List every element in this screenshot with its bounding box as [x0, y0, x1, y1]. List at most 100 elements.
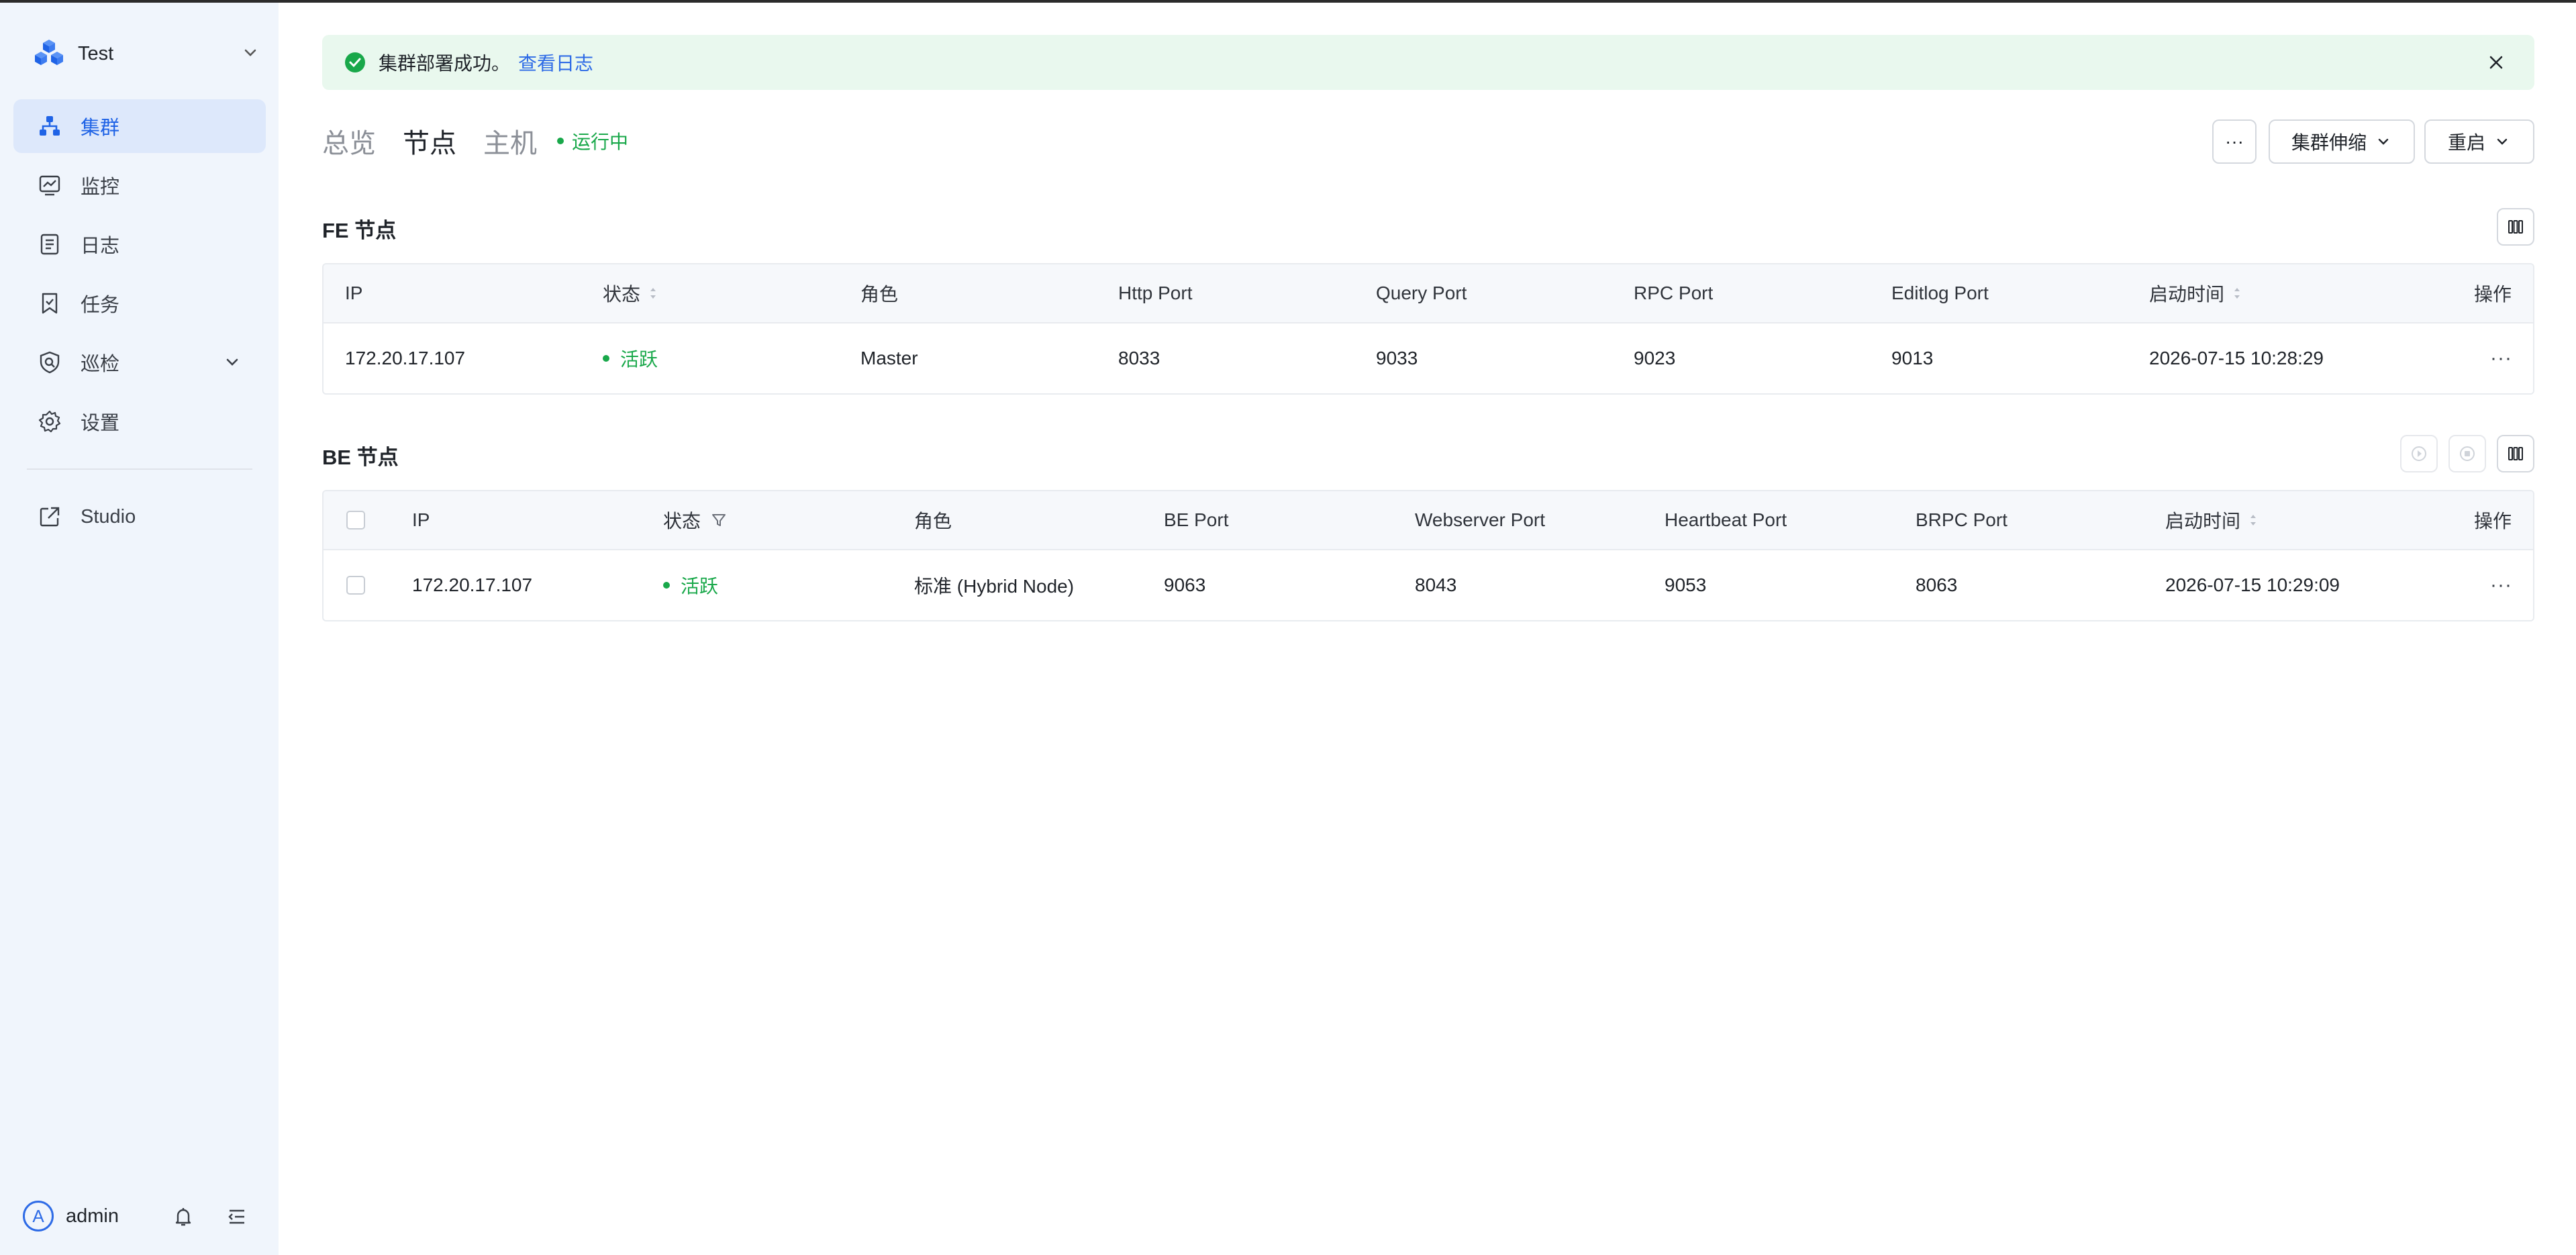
chevron-down-icon — [2378, 138, 2389, 145]
cluster-name: Test — [78, 42, 114, 64]
log-icon — [40, 234, 59, 255]
col-status[interactable]: 状态 — [663, 491, 728, 549]
restart-button[interactable]: 重启 — [2424, 119, 2534, 164]
cell-ip: 172.20.17.107 — [345, 348, 466, 368]
monitor-icon — [39, 175, 60, 196]
col-role: 角色 — [860, 284, 899, 305]
cell-rpc-port: 9023 — [1634, 348, 1676, 368]
sidebar-item-label: 集群 — [81, 117, 120, 139]
col-heartbeat-port: Heartbeat Port — [1665, 509, 1787, 530]
col-actions: 操作 — [2474, 511, 2512, 532]
status-text: 活跃 — [620, 349, 658, 370]
sort-icon — [2234, 288, 2240, 299]
col-status-label: 状态 — [663, 511, 701, 532]
alert-message: 集群部署成功。 — [379, 53, 511, 74]
status-dot — [557, 138, 564, 144]
restart-label: 重启 — [2447, 132, 2485, 153]
table-row: 172.20.17.107 活跃 标准 (Hybrid Node) 9063 8… — [324, 550, 2533, 620]
sidebar-item-inspection[interactable]: 巡检 — [13, 336, 266, 389]
stop-circle-icon — [2460, 446, 2475, 461]
cell-http-port: 8033 — [1118, 348, 1160, 368]
external-link-icon — [40, 507, 60, 527]
col-rpc-port: RPC Port — [1634, 283, 1714, 303]
col-start-time[interactable]: 启动时间 — [2149, 264, 2243, 322]
collapse-menu-icon[interactable] — [226, 1205, 248, 1228]
cell-webserver-port: 8043 — [1415, 574, 1457, 595]
sidebar-item-label: 巡检 — [81, 354, 120, 375]
row-select-cell — [346, 550, 365, 620]
user-name[interactable]: admin — [66, 1205, 119, 1227]
tab-overview[interactable]: 总览 — [322, 121, 376, 160]
sort-icon — [2250, 515, 2257, 525]
cluster-icon — [40, 116, 60, 136]
tab-nodes[interactable]: 节点 — [403, 121, 456, 160]
sidebar-nav: 集群 监控 日志 任务 巡检 设置 Studio — [13, 99, 266, 549]
be-column-settings-button[interactable] — [2497, 435, 2534, 472]
cell-query-port: 9033 — [1376, 348, 1418, 368]
col-role: 角色 — [914, 511, 952, 532]
be-stop-button[interactable] — [2448, 435, 2486, 472]
avatar[interactable]: A — [23, 1201, 54, 1232]
close-icon[interactable] — [2485, 51, 2508, 74]
col-ip: IP — [345, 283, 363, 303]
sidebar-item-monitor[interactable]: 监控 — [13, 158, 266, 212]
select-all-checkbox[interactable] — [346, 511, 365, 530]
gear-icon — [38, 410, 61, 433]
window-top-border — [0, 0, 2576, 3]
sidebar-item-studio[interactable]: Studio — [13, 490, 266, 544]
sidebar-item-settings[interactable]: 设置 — [13, 395, 266, 448]
col-start-time[interactable]: 启动时间 — [2165, 491, 2259, 549]
col-status-label: 状态 — [603, 284, 641, 305]
col-http-port: Http Port — [1118, 283, 1193, 303]
columns-icon — [2508, 447, 2523, 460]
chevron-down-icon — [2497, 138, 2508, 145]
row-checkbox[interactable] — [346, 576, 365, 595]
sort-icon — [650, 288, 656, 299]
col-query-port: Query Port — [1376, 283, 1467, 303]
fe-nodes-table: IP 状态 角色 Http Port Query Port RPC Port E… — [322, 263, 2534, 395]
cell-be-port: 9063 — [1164, 574, 1206, 595]
check-circle-icon — [345, 52, 365, 72]
tab-hosts[interactable]: 主机 — [483, 121, 537, 160]
bell-icon[interactable] — [172, 1205, 195, 1228]
success-alert: 集群部署成功。 查看日志 — [322, 35, 2534, 90]
col-start-time-label: 启动时间 — [2149, 284, 2225, 305]
user-area: A admin — [23, 1196, 258, 1236]
col-status[interactable]: 状态 — [603, 264, 659, 322]
sidebar-item-label: Studio — [81, 505, 136, 528]
cluster-scale-button[interactable]: 集群伸缩 — [2269, 119, 2415, 164]
view-logs-link[interactable]: 查看日志 — [518, 49, 593, 76]
sidebar-divider — [27, 468, 252, 470]
be-start-button[interactable] — [2400, 435, 2438, 472]
status-text: 活跃 — [681, 576, 719, 597]
cell-editlog-port: 9013 — [1891, 348, 1934, 368]
page-tabs: 总览 节点 主机 运行中 — [322, 121, 628, 161]
col-ip: IP — [412, 509, 430, 530]
sidebar-item-cluster[interactable]: 集群 — [13, 99, 266, 153]
status-dot — [663, 582, 670, 589]
sidebar-item-logs[interactable]: 日志 — [13, 217, 266, 271]
cell-brpc-port: 8063 — [1916, 574, 1958, 595]
fe-column-settings-button[interactable] — [2497, 208, 2534, 246]
cluster-status-text: 运行中 — [572, 132, 629, 152]
more-actions-button[interactable]: ··· — [2212, 119, 2257, 164]
cell-status: 活跃 — [603, 323, 658, 393]
row-more-button[interactable]: ··· — [2490, 550, 2512, 620]
cell-role: 标准 (Hybrid Node) — [914, 576, 1075, 597]
sidebar-item-label: 监控 — [81, 177, 120, 198]
cell-start-time: 2026-07-15 10:28:29 — [2149, 348, 2324, 368]
task-icon — [42, 293, 58, 314]
sidebar-item-tasks[interactable]: 任务 — [13, 277, 266, 330]
cell-status: 活跃 — [663, 550, 718, 620]
col-start-time-label: 启动时间 — [2165, 511, 2241, 532]
inspection-icon — [40, 351, 60, 374]
table-row: 172.20.17.107 活跃 Master 8033 9033 9023 9… — [324, 323, 2533, 393]
cell-heartbeat-port: 9053 — [1665, 574, 1707, 595]
chevron-down-icon — [226, 358, 238, 366]
row-more-button[interactable]: ··· — [2490, 323, 2512, 393]
play-circle-icon — [2412, 446, 2426, 461]
col-editlog-port: Editlog Port — [1891, 283, 1989, 303]
sidebar-item-label: 设置 — [81, 413, 120, 434]
cell-ip: 172.20.17.107 — [412, 574, 533, 595]
cluster-switcher[interactable]: Test — [32, 35, 260, 72]
